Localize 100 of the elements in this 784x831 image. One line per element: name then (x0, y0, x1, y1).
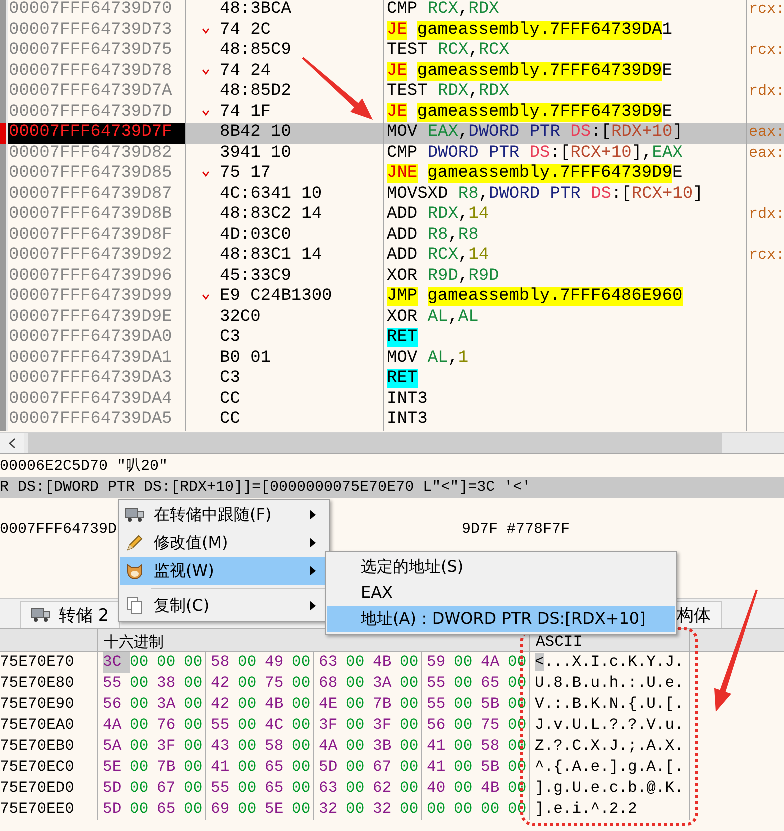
ascii-text: ^.{.A.e.].g.A.[. (530, 757, 690, 778)
hex-bytes: 4A 00 76 00 (98, 715, 206, 736)
chevron-down-icon (202, 294, 210, 300)
ascii-text: Z.?.C.X.J.;.A.X. (530, 736, 690, 757)
hex-bytes: 40 00 4B 00 (422, 778, 530, 799)
address-cell-text: 00007FFF64739D87 (8, 184, 174, 205)
dump-address: 75E70EA0 (0, 715, 98, 736)
hex-bytes: 63 00 62 00 (314, 778, 422, 799)
instruction-bytes: 45:33C9 (220, 266, 292, 287)
address-cell-text: 00007FFF64739D73 (8, 20, 174, 41)
address-cell-text: 00007FFF64739D78 (8, 62, 174, 82)
menu-item[interactable]: 地址(A)：DWORD PTR DS:[RDX+10] (327, 606, 675, 632)
register-comment: eax: (749, 123, 784, 143)
hex-bytes: 4E 00 7B 00 (314, 694, 422, 715)
dump-address: 75E70EE0 (0, 799, 98, 820)
menu-item[interactable]: 监视(W) (120, 557, 328, 585)
instruction-bytes: 4D:03C0 (220, 226, 292, 246)
scroll-left-button[interactable] (0, 433, 24, 453)
hex-bytes: 58 00 49 00 (206, 652, 314, 673)
register-comment: eax: (749, 144, 784, 164)
dump-address: 75E70ED0 (0, 778, 98, 799)
copy-icon (126, 597, 144, 615)
instruction-text: JMP gameassembly.7FFF6486E960 (387, 287, 683, 308)
instruction-text: INT3 (387, 390, 428, 410)
hex-bytes: 59 00 4A 00 (422, 652, 530, 673)
chevron-down-icon (202, 171, 210, 178)
hex-bytes: 3F 00 3F 00 (314, 715, 422, 736)
address-cell-text: 00007FFF64739D8F (8, 226, 174, 246)
instruction-bytes: 74 2C (220, 20, 272, 41)
breakpoint-gutter[interactable] (0, 102, 8, 123)
chevron-down-icon (202, 110, 210, 116)
truck-icon (31, 607, 51, 623)
hex-bytes: 5A 00 3F 00 (98, 736, 206, 757)
ascii-text: J.v.U.L.?.?.V.u. (530, 715, 690, 736)
ascii-text: V.:.B.K.N.{.U.[. (530, 694, 690, 715)
hex-bytes: 68 00 3A 00 (314, 673, 422, 694)
instruction-bytes: 3941 10 (220, 144, 292, 164)
address-cell-text: 00007FFF64739D75 (8, 41, 174, 62)
animal-face-icon (126, 562, 144, 580)
truck-icon (125, 507, 145, 523)
address-cell-text: 00007FFF64739D9E (8, 308, 174, 328)
scrollbar-thumb[interactable] (28, 433, 722, 453)
instruction-bytes: 32C0 (220, 308, 261, 328)
instruction-text: MOV EAX,DWORD PTR DS:[RDX+10] (387, 123, 683, 144)
address-cell-text: 00007FFF64739D85 (8, 164, 174, 184)
hex-bytes: 43 00 58 00 (206, 736, 314, 757)
instruction-text: MOVSXD R8,DWORD PTR DS:[RCX+10] (387, 184, 704, 205)
ascii-column-header: ASCII (536, 633, 583, 651)
instruction-text: ADD R8,R8 (387, 226, 479, 246)
instruction-bytes: 48:85D2 (220, 82, 292, 102)
hex-bytes: 41 00 65 00 (206, 757, 314, 778)
instruction-bytes: 48:3BCA (220, 0, 292, 20)
register-comment: rdx: (749, 82, 784, 102)
breakpoint-gutter[interactable] (0, 144, 8, 164)
hex-column-header: 十六进制 (104, 633, 164, 651)
menu-item[interactable]: 选定的地址(S) (327, 554, 675, 580)
dump-address: 75E70E80 (0, 673, 98, 694)
pencil-icon (126, 534, 144, 552)
instruction-text: XOR AL,AL (387, 308, 479, 328)
address-cell-text: 00007FFF64739D92 (8, 246, 174, 266)
ascii-text: ].g.U.e.c.b.@.K. (530, 778, 690, 799)
menu-item[interactable]: 在转储中跟随(F) (120, 501, 328, 529)
instruction-text: JE gameassembly.7FFF64739D9E (387, 62, 672, 82)
instruction-bytes: 48:83C1 14 (220, 246, 322, 266)
instruction-bytes: 4C:6341 10 (220, 184, 322, 205)
instruction-bytes: 48:83C2 14 (220, 205, 322, 226)
info-text: 00006E2C5D70 "叭20" (0, 458, 168, 475)
hex-bytes: 5D 00 67 00 (314, 757, 422, 778)
ascii-text: <...X.I.c.K.Y.J. (530, 652, 690, 673)
instruction-text: JE gameassembly.7FFF64739D9E (387, 102, 672, 123)
breakpoint-gutter[interactable] (0, 123, 8, 144)
hex-bytes: 5D 00 67 00 (98, 778, 206, 799)
dump-tab[interactable]: 转储 2 (20, 601, 120, 628)
dump-address: 75E70E70 (0, 652, 98, 673)
address-cell-text: 00007FFF64739D99 (8, 287, 174, 308)
instruction-text: INT3 (387, 410, 428, 430)
hex-bytes: 41 00 58 00 (422, 736, 530, 757)
hex-bytes: 55 00 65 00 (206, 778, 314, 799)
annotation-arrow (302, 57, 373, 120)
hex-bytes: 4A 00 3B 00 (314, 736, 422, 757)
instruction-text: TEST RDX,RDX (387, 82, 510, 102)
register-comment: rcx: (749, 41, 784, 61)
instruction-bytes: CC (220, 410, 240, 430)
instruction-text: JNE gameassembly.7FFF64739D9E (387, 164, 683, 184)
address-cell: 00007FFF64739D7F (8, 123, 185, 144)
instruction-text: MOV AL,1 (387, 348, 469, 369)
menu-item[interactable]: 复制(C) (120, 592, 328, 620)
address-cell-text: 00007FFF64739DA1 (8, 348, 174, 369)
address-cell-text: 00007FFF64739D7A (8, 82, 174, 102)
hex-bytes: 5D 00 65 00 (98, 799, 206, 820)
menu-item[interactable]: 修改值(M) (120, 529, 328, 557)
ascii-text: U.8.B.u.h.:.U.e. (530, 673, 690, 694)
instruction-bytes: 74 1F (220, 102, 272, 123)
breakpoint-gutter[interactable] (0, 0, 8, 20)
instruction-bytes: 8B42 10 (220, 123, 292, 144)
hex-bytes: 56 00 3A 00 (98, 694, 206, 715)
address-cell-text: 00007FFF64739DA5 (8, 410, 174, 430)
ascii-text: ].e.i.^.2.2 (530, 799, 690, 820)
info-text: 0007FFF64739D (0, 520, 118, 540)
instruction-bytes: 74 24 (220, 62, 272, 82)
